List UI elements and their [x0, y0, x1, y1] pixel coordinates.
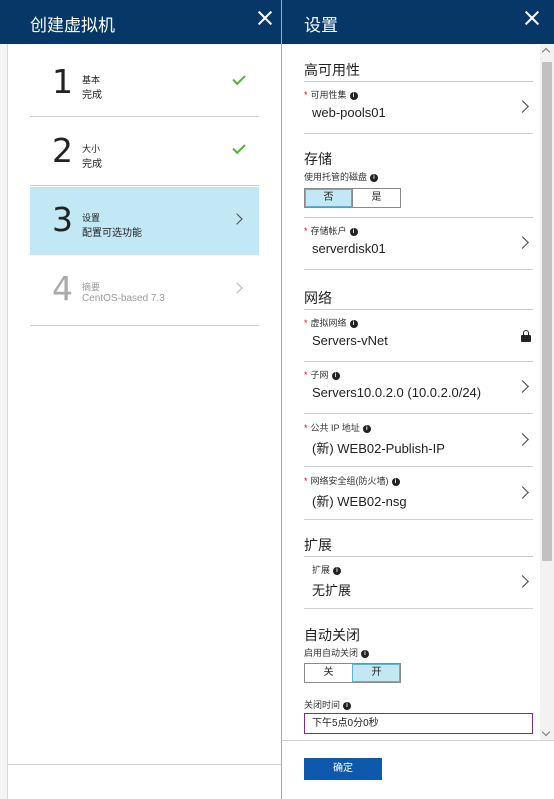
auto-shutdown-enable-label: 启用自动关闭 i	[304, 646, 370, 659]
section-heading-storage: 存储	[304, 151, 332, 167]
field-value: Servers10.0.2.0 (10.0.2.0/24)	[312, 385, 482, 400]
field-value: (新) WEB02-nsg	[312, 494, 407, 509]
section-heading-auto-shutdown: 自动关闭	[304, 627, 360, 643]
info-icon[interactable]: i	[362, 425, 371, 433]
field-public-ip[interactable]: * 公共 IP 地址 i (新) WEB02-Publish-IP	[304, 415, 533, 467]
step-title: 摘要	[82, 282, 101, 292]
field-label: 扩展 i	[312, 563, 342, 576]
shutdown-time-label: 关闭时间 i	[304, 698, 352, 711]
managed-disks-toggle[interactable]: 否 是	[304, 188, 401, 208]
field-label: * 子网 i	[304, 368, 340, 381]
chevron-right-icon	[516, 100, 529, 113]
section-heading-extensions: 扩展	[304, 537, 332, 553]
chevron-right-icon	[231, 213, 243, 225]
info-icon[interactable]: i	[349, 320, 358, 328]
field-label: * 网络安全组(防火墙) i	[304, 474, 400, 487]
chevron-right-icon	[516, 433, 529, 446]
step-title: 设置	[82, 213, 101, 223]
scroll-down-arrow-icon[interactable]	[541, 727, 551, 737]
footer-divider	[282, 740, 554, 741]
chevron-right-icon	[516, 380, 529, 393]
step-title: 大小	[82, 144, 101, 154]
field-virtual-network: * 虚拟网络 i Servers-vNet	[304, 310, 533, 362]
vertical-scrollbar[interactable]	[540, 44, 554, 740]
auto-shutdown-toggle[interactable]: 关 开	[304, 663, 401, 683]
toggle-option-off[interactable]: 关	[305, 664, 352, 682]
field-value: serverdisk01	[312, 241, 386, 256]
create-vm-blade: 创建虚拟机 1 基本 完成 2 大小 完成 3 设置 配置可选功能 4 摘要 C…	[0, 0, 281, 799]
toggle-option-on[interactable]: 开	[352, 664, 400, 682]
settings-blade: 设置 高可用性 * 可用性集 i web-pools01 存储 使用托管的磁盘 i 否…	[282, 0, 554, 799]
required-marker: *	[304, 370, 308, 380]
field-network-security-group[interactable]: * 网络安全组(防火墙) i (新) WEB02-nsg	[304, 468, 533, 520]
blade-header: 创建虚拟机	[0, 0, 281, 44]
field-label: * 虚拟网络 i	[304, 316, 358, 329]
close-icon[interactable]	[257, 10, 273, 26]
step-summary[interactable]: 4 摘要 CentOS-based 7.3	[30, 256, 259, 326]
step-size[interactable]: 2 大小 完成	[30, 118, 259, 186]
info-icon[interactable]: i	[343, 702, 352, 710]
info-icon[interactable]: i	[349, 92, 358, 100]
checkmark-icon	[232, 71, 246, 86]
info-icon[interactable]: i	[333, 567, 342, 575]
footer-divider	[8, 764, 281, 765]
settings-content[interactable]: 高可用性 * 可用性集 i web-pools01 存储 使用托管的磁盘 i 否 是 …	[282, 44, 540, 740]
info-icon[interactable]: i	[391, 478, 400, 486]
step-subtitle: 完成	[82, 159, 102, 170]
field-value: 无扩展	[312, 583, 352, 598]
required-marker: *	[304, 423, 308, 433]
step-subtitle: CentOS-based 7.3	[82, 293, 165, 304]
field-storage-account[interactable]: * 存储帐户 i serverdisk01	[304, 218, 533, 270]
ok-button[interactable]: 确定	[304, 758, 382, 780]
shutdown-time-input[interactable]: 下午5点0分0秒	[304, 713, 533, 734]
step-subtitle: 完成	[82, 90, 102, 101]
toggle-option-no[interactable]: 否	[305, 189, 352, 207]
scroll-thumb[interactable]	[542, 62, 552, 561]
step-title: 基本	[82, 75, 101, 85]
step-number: 2	[52, 131, 73, 170]
scroll-up-arrow-icon[interactable]	[541, 47, 551, 57]
info-icon[interactable]: i	[349, 228, 358, 236]
blade-title: 设置	[304, 16, 338, 35]
field-availability-set[interactable]: * 可用性集 i web-pools01	[304, 82, 533, 134]
field-value: (新) WEB02-Publish-IP	[312, 441, 445, 456]
chevron-right-icon	[516, 486, 529, 499]
step-number: 1	[52, 62, 73, 101]
managed-disks-label: 使用托管的磁盘 i	[304, 170, 379, 183]
close-icon[interactable]	[524, 10, 540, 26]
required-marker: *	[304, 318, 308, 328]
field-value: Servers-vNet	[312, 333, 388, 348]
field-subnet[interactable]: * 子网 i Servers10.0.2.0 (10.0.2.0/24)	[304, 362, 533, 414]
blade-header: 设置	[282, 0, 554, 44]
chevron-right-icon	[516, 236, 529, 249]
toggle-option-yes[interactable]: 是	[352, 189, 400, 207]
field-label: * 存储帐户 i	[304, 224, 358, 237]
field-extensions[interactable]: 扩展 i 无扩展	[304, 557, 533, 609]
info-icon[interactable]: i	[361, 650, 370, 658]
required-marker: *	[304, 476, 308, 486]
blade-title: 创建虚拟机	[30, 16, 115, 35]
required-marker: *	[304, 90, 308, 100]
step-number: 3	[52, 200, 73, 239]
chevron-right-icon	[516, 575, 529, 588]
required-marker: *	[304, 226, 308, 236]
step-number: 4	[52, 269, 73, 308]
checkmark-icon	[232, 140, 246, 155]
lock-icon	[521, 330, 531, 342]
field-value: web-pools01	[312, 105, 386, 120]
blade-edge	[0, 44, 8, 799]
field-label: * 可用性集 i	[304, 88, 358, 101]
section-heading-network: 网络	[304, 290, 332, 306]
field-label: * 公共 IP 地址 i	[304, 421, 371, 434]
step-settings[interactable]: 3 设置 配置可选功能	[30, 187, 259, 255]
step-subtitle: 配置可选功能	[82, 228, 142, 239]
chevron-right-icon	[231, 282, 243, 294]
step-basics[interactable]: 1 基本 完成	[30, 49, 259, 117]
section-heading-high-availability: 高可用性	[304, 62, 360, 78]
info-icon[interactable]: i	[331, 372, 340, 380]
info-icon[interactable]: i	[370, 174, 379, 182]
